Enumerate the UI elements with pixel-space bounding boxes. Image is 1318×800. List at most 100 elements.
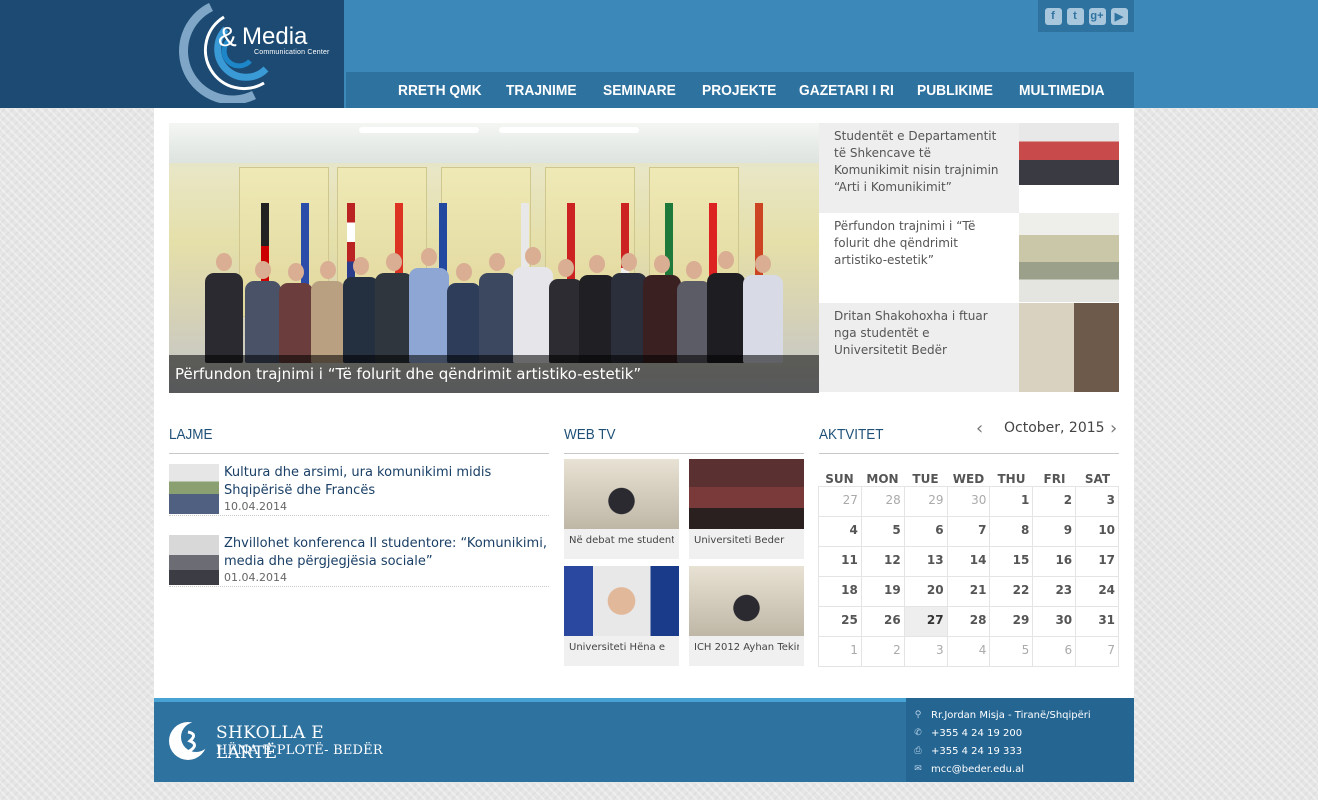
calendar-day[interactable]: 27 — [904, 607, 948, 637]
nav-item-multimedia[interactable]: MULTIMEDIA — [1019, 82, 1105, 99]
calendar-day[interactable]: 29 — [904, 487, 948, 517]
calendar-day[interactable]: 20 — [904, 577, 948, 607]
calendar-day[interactable]: 6 — [1033, 637, 1077, 667]
calendar-day[interactable]: 18 — [819, 577, 862, 607]
webtv-thumbnail[interactable] — [564, 566, 679, 636]
twitter-icon[interactable]: t — [1066, 7, 1084, 25]
footer-logo[interactable]: SHKOLLA E LARTË HËNA E PLOTË- BEDËR — [166, 720, 386, 766]
news-title[interactable]: Kultura dhe arsimi, ura komunikimi midis… — [224, 464, 549, 500]
nav-item-trajnime[interactable]: TRAJNIME — [506, 82, 577, 99]
calendar-day[interactable]: 13 — [904, 547, 948, 577]
calendar-day[interactable]: 1 — [819, 637, 862, 667]
nav-item-seminare[interactable]: SEMINARE — [603, 82, 676, 99]
calendar-day[interactable]: 12 — [861, 547, 905, 577]
logo-amp: & — [218, 21, 237, 52]
calendar-day[interactable]: 28 — [861, 487, 905, 517]
side-news-title[interactable]: Dritan Shakohoxha i ftuar nga studentët … — [819, 303, 1019, 392]
webtv-item[interactable]: Në debat me student — [564, 459, 679, 559]
contact-address-text: Rr.Jordan Misja - Tiranë/Shqipëri — [931, 709, 1091, 721]
webtv-caption[interactable]: Universiteti Beder — [694, 535, 799, 546]
person — [513, 267, 553, 363]
webtv-thumbnail[interactable] — [689, 459, 804, 529]
calendar-day[interactable]: 14 — [947, 547, 991, 577]
calendar-day[interactable]: 30 — [1033, 607, 1077, 637]
calendar-day[interactable]: 21 — [947, 577, 991, 607]
webtv-caption[interactable]: Universiteti Hëna e — [569, 642, 674, 653]
calendar-day[interactable]: 3 — [904, 637, 948, 667]
calendar-day[interactable]: 31 — [1076, 607, 1120, 637]
featured-slider[interactable]: Përfundon trajnimi i “Të folurit dhe qën… — [169, 123, 819, 393]
calendar-day[interactable]: 3 — [1076, 487, 1120, 517]
news-item[interactable]: Zhvillohet konferenca II studentore: “Ko… — [169, 525, 549, 587]
side-news-item[interactable]: Dritan Shakohoxha i ftuar nga studentët … — [819, 303, 1119, 393]
calendar-day[interactable]: 25 — [819, 607, 862, 637]
webtv-item[interactable]: ICH 2012 Ayhan Tekin — [689, 566, 804, 666]
person — [549, 279, 583, 363]
side-news-title[interactable]: Përfundon trajnimi i “Të folurit dhe qën… — [819, 213, 1019, 302]
person — [643, 275, 681, 363]
webtv-caption[interactable]: ICH 2012 Ayhan Tekin — [694, 642, 799, 653]
calendar-day[interactable]: 8 — [990, 517, 1034, 547]
calendar-day[interactable]: 23 — [1033, 577, 1077, 607]
side-news-item[interactable]: Studentët e Departamentit të Shkencave t… — [819, 123, 1119, 213]
person — [311, 281, 345, 363]
calendar-day[interactable]: 11 — [819, 547, 862, 577]
calendar-day[interactable]: 6 — [904, 517, 948, 547]
nav-item-gazetari[interactable]: GAZETARI I RI — [799, 82, 894, 99]
slider-caption[interactable]: Përfundon trajnimi i “Të folurit dhe qën… — [169, 355, 819, 393]
webtv-thumbnail[interactable] — [564, 459, 679, 529]
person-head — [621, 253, 637, 271]
news-item[interactable]: Kultura dhe arsimi, ura komunikimi midis… — [169, 454, 549, 516]
calendar-day[interactable]: 9 — [1033, 517, 1077, 547]
side-news-thumbnail[interactable] — [1019, 303, 1119, 392]
calendar-day[interactable]: 27 — [819, 487, 862, 517]
calendar-day[interactable]: 5 — [990, 637, 1034, 667]
webtv-item[interactable]: Universiteti Beder — [689, 459, 804, 559]
calendar-week-row: 18 19 20 21 22 23 24 — [819, 577, 1120, 607]
nav-item-rreth-qmk[interactable]: RRETH QMK — [398, 82, 482, 99]
news-thumbnail[interactable] — [169, 464, 219, 514]
google-plus-icon[interactable]: g+ — [1088, 7, 1106, 25]
calendar-day[interactable]: 30 — [947, 487, 991, 517]
side-news-thumbnail[interactable] — [1019, 213, 1119, 302]
webtv-item[interactable]: Universiteti Hëna e — [564, 566, 679, 666]
youtube-icon[interactable]: ▶ — [1110, 7, 1128, 25]
side-news-thumbnail[interactable] — [1019, 123, 1119, 185]
site-logo[interactable]: & Media Communication Center — [166, 3, 342, 103]
calendar-day[interactable]: 2 — [861, 637, 905, 667]
side-news-item[interactable]: Përfundon trajnimi i “Të folurit dhe qën… — [819, 213, 1119, 303]
calendar-day[interactable]: 29 — [990, 607, 1034, 637]
calendar-day[interactable]: 4 — [947, 637, 991, 667]
nav-item-publikime[interactable]: PUBLIKIME — [917, 82, 993, 99]
facebook-icon[interactable]: f — [1044, 7, 1062, 25]
calendar-day[interactable]: 24 — [1076, 577, 1120, 607]
webtv-thumbnail[interactable] — [689, 566, 804, 636]
calendar-day[interactable]: 10 — [1076, 517, 1120, 547]
nav-item-projekte[interactable]: PROJEKTE — [702, 82, 776, 99]
side-news-list: Studentët e Departamentit të Shkencave t… — [819, 123, 1119, 393]
webtv-caption[interactable]: Në debat me student — [569, 535, 674, 546]
ceiling-light — [359, 127, 479, 133]
calendar-day[interactable]: 7 — [1076, 637, 1120, 667]
person-head — [386, 253, 402, 271]
calendar-day[interactable]: 2 — [1033, 487, 1077, 517]
calendar-day[interactable]: 26 — [861, 607, 905, 637]
footer-logo-line2: HËNA E PLOTË- BEDËR — [216, 743, 383, 758]
contact-email-text[interactable]: mcc@beder.edu.al — [931, 764, 1024, 775]
calendar-day[interactable]: 7 — [947, 517, 991, 547]
calendar-day[interactable]: 5 — [861, 517, 905, 547]
calendar-next-icon[interactable]: › — [1110, 418, 1117, 439]
calendar-day[interactable]: 22 — [990, 577, 1034, 607]
calendar-day[interactable]: 16 — [1033, 547, 1077, 577]
news-title[interactable]: Zhvillohet konferenca II studentore: “Ko… — [224, 535, 549, 571]
calendar-day[interactable]: 17 — [1076, 547, 1120, 577]
calendar-day[interactable]: 28 — [947, 607, 991, 637]
calendar-day[interactable]: 4 — [819, 517, 862, 547]
calendar-prev-icon[interactable]: ‹ — [976, 418, 983, 439]
news-thumbnail[interactable] — [169, 535, 219, 585]
calendar-day[interactable]: 19 — [861, 577, 905, 607]
side-news-title[interactable]: Studentët e Departamentit të Shkencave t… — [819, 123, 1019, 213]
person-head — [718, 251, 734, 269]
calendar-day[interactable]: 15 — [990, 547, 1034, 577]
calendar-day[interactable]: 1 — [990, 487, 1034, 517]
